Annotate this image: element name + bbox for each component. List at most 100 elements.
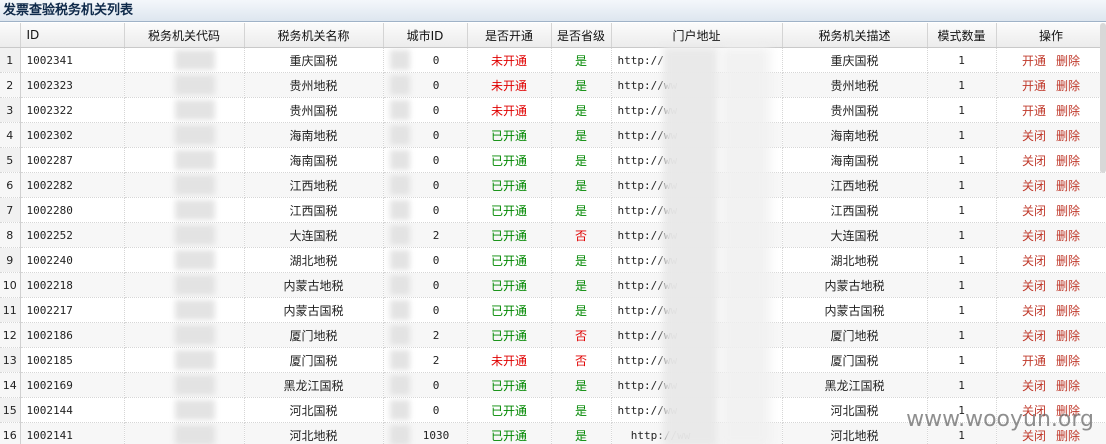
table-row[interactable]: 51002287海南国税0已开通是http://ww r海南国税1关闭删除 [0, 147, 1106, 173]
delete-button[interactable]: 删除 [1056, 179, 1080, 193]
redaction-blur [389, 325, 410, 345]
toggle-open-button[interactable]: 关闭 [1022, 304, 1046, 318]
header-mode-count[interactable]: 模式数量 [927, 23, 997, 48]
table-row[interactable]: 61002282江西地税0已开通是http://ww t江西地税1关闭删除 [0, 172, 1106, 198]
cell-portal: http://ww / [611, 322, 783, 348]
toggle-open-button[interactable]: 关闭 [1022, 154, 1046, 168]
header-name[interactable]: 税务机关名称 [244, 23, 384, 48]
cell-portal: http://ww / [611, 397, 783, 423]
header-description[interactable]: 税务机关描述 [782, 23, 928, 48]
header-provincial[interactable]: 是否省级 [551, 23, 612, 48]
cell-code [124, 372, 245, 398]
cell-mode-count: 1 [927, 347, 997, 373]
cell-code [124, 272, 245, 298]
toggle-open-button[interactable]: 关闭 [1022, 279, 1046, 293]
cell-enabled: 未开通 [467, 47, 552, 73]
table-row[interactable]: 41002302海南地税0已开通是http://ww e海南地税1关闭删除 [0, 122, 1106, 148]
cell-portal: http://ww / [611, 222, 783, 248]
table-row[interactable]: 121002186厦门地税2已开通否http://ww /厦门地税1关闭删除 [0, 322, 1106, 348]
header-code[interactable]: 税务机关代码 [124, 23, 245, 48]
toggle-open-button[interactable]: 关闭 [1022, 329, 1046, 343]
cell-city-id: 2 [383, 347, 468, 373]
toggle-open-button[interactable]: 开通 [1022, 79, 1046, 93]
header-city-id[interactable]: 城市ID [383, 23, 468, 48]
cell-id: 1002252 [20, 222, 125, 248]
cell-city-id: 0 [383, 47, 468, 73]
grid-body: 11002341重庆国税0未开通是http:// ov /重庆国税1开通删除21… [0, 47, 1106, 444]
cell-mode-count: 1 [927, 372, 997, 398]
cell-description: 江西地税 [782, 172, 928, 198]
toggle-open-button[interactable]: 开通 [1022, 104, 1046, 118]
table-row[interactable]: 11002341重庆国税0未开通是http:// ov /重庆国税1开通删除 [0, 47, 1106, 73]
cell-city-text: 0 [432, 278, 440, 292]
redaction-blur [389, 275, 410, 295]
cell-actions: 关闭 删除 [996, 372, 1106, 398]
delete-button[interactable]: 删除 [1056, 329, 1080, 343]
portal-text: http://ww / [617, 203, 678, 217]
cell-enabled: 已开通 [467, 297, 552, 323]
portal-text: http://ww / [617, 228, 678, 242]
toggle-open-button[interactable]: 关闭 [1022, 204, 1046, 218]
table-row[interactable]: 101002218内蒙古地税0已开通是http://ww /内蒙古地税1关闭删除 [0, 272, 1106, 298]
toggle-open-button[interactable]: 关闭 [1022, 179, 1046, 193]
delete-button[interactable]: 删除 [1056, 154, 1080, 168]
delete-button[interactable]: 删除 [1056, 354, 1080, 368]
delete-button[interactable]: 删除 [1056, 279, 1080, 293]
toggle-open-button[interactable]: 开通 [1022, 354, 1046, 368]
redaction-blur [174, 100, 215, 120]
table-row[interactable]: 21002323贵州地税0未开通是http://ww .贵州地税1开通删除 [0, 72, 1106, 98]
table-row[interactable]: 81002252大连国税2已开通否http://ww /大连国税1关闭删除 [0, 222, 1106, 248]
delete-button[interactable]: 删除 [1056, 104, 1080, 118]
portal-text: http://ww / [617, 253, 678, 267]
cell-code [124, 197, 245, 223]
cell-name: 湖北地税 [244, 247, 384, 273]
table-row[interactable]: 141002169黑龙江国税0已开通是http://ww /黑龙江国税1关闭删除 [0, 372, 1106, 398]
toggle-open-button[interactable]: 关闭 [1022, 129, 1046, 143]
cell-provincial: 否 [551, 347, 612, 373]
cell-id: 1002185 [20, 347, 125, 373]
delete-button[interactable]: 删除 [1056, 204, 1080, 218]
cell-city-id: 0 [383, 297, 468, 323]
delete-button[interactable]: 删除 [1056, 129, 1080, 143]
portal-text: http://ww / [617, 303, 678, 317]
cell-mode-count: 1 [927, 172, 997, 198]
toggle-open-button[interactable]: 关闭 [1022, 254, 1046, 268]
table-row[interactable]: 111002217内蒙古国税0已开通是http://ww /内蒙古国税1关闭删除 [0, 297, 1106, 323]
cell-city-id: 0 [383, 372, 468, 398]
cell-name: 江西国税 [244, 197, 384, 223]
table-row[interactable]: 91002240湖北地税0已开通是http://ww /湖北地税1关闭删除 [0, 247, 1106, 273]
vertical-scrollbar[interactable] [1100, 23, 1106, 173]
header-enabled[interactable]: 是否开通 [467, 23, 552, 48]
delete-button[interactable]: 删除 [1056, 304, 1080, 318]
cell-mode-count: 1 [927, 272, 997, 298]
cell-description: 海南国税 [782, 147, 928, 173]
cell-provincial: 是 [551, 72, 612, 98]
table-row[interactable]: 31002322贵州国税0未开通是http://ww /贵州国税1开通删除 [0, 97, 1106, 123]
header-portal[interactable]: 门户地址 [611, 23, 783, 48]
cell-id: 1002282 [20, 172, 125, 198]
cell-description: 内蒙古国税 [782, 297, 928, 323]
cell-city-text: 2 [432, 228, 440, 242]
cell-portal: http://ww / [611, 372, 783, 398]
table-row[interactable]: 71002280江西国税0已开通是http://ww /江西国税1关闭删除 [0, 197, 1106, 223]
cell-city-text: 0 [432, 203, 440, 217]
delete-button[interactable]: 删除 [1056, 54, 1080, 68]
delete-button[interactable]: 删除 [1056, 79, 1080, 93]
cell-actions: 开通 删除 [996, 347, 1106, 373]
redaction-blur [174, 375, 215, 395]
cell-provincial: 是 [551, 272, 612, 298]
redaction-blur [174, 250, 215, 270]
toggle-open-button[interactable]: 关闭 [1022, 229, 1046, 243]
cell-actions: 关闭 删除 [996, 197, 1106, 223]
toggle-open-button[interactable]: 开通 [1022, 54, 1046, 68]
delete-button[interactable]: 删除 [1056, 254, 1080, 268]
delete-button[interactable]: 删除 [1056, 229, 1080, 243]
toggle-open-button[interactable]: 关闭 [1022, 379, 1046, 393]
cell-city-text: 0 [432, 253, 440, 267]
redaction-blur [174, 50, 215, 70]
cell-code [124, 422, 245, 444]
header-id[interactable]: ID [20, 23, 125, 48]
cell-city-id: 2 [383, 222, 468, 248]
table-row[interactable]: 131002185厦门国税2未开通否http://ww /厦门国税1开通删除 [0, 347, 1106, 373]
delete-button[interactable]: 删除 [1056, 379, 1080, 393]
